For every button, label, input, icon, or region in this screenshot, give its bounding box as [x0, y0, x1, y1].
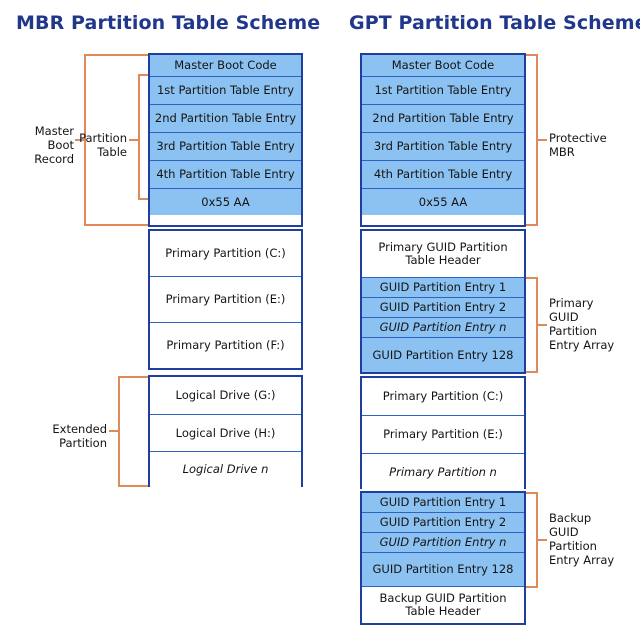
mbr-row-label: Primary Partition (F:) — [166, 338, 285, 352]
mbr-scheme-title: MBR Partition Table Scheme — [16, 12, 321, 34]
gpt-row-label: 0x55 AA — [418, 194, 468, 209]
mbr-row-label: 3rd Partition Table Entry — [156, 139, 295, 153]
gpt-primary-partition-c: Primary Partition (C:) — [362, 378, 524, 416]
bracket-tick-partition-table — [129, 139, 138, 141]
gpt-row-label: GUID Partition Entry 2 — [379, 300, 507, 314]
gpt-primary-partition-e: Primary Partition (E:) — [362, 416, 524, 454]
diagram-canvas: MBR Partition Table Scheme GPT Partition… — [0, 0, 640, 636]
gpt-backup-entry-1: GUID Partition Entry 1 — [362, 493, 524, 513]
gpt-backup-entry-n: GUID Partition Entry n — [362, 533, 524, 553]
mbr-row-label: Primary Partition (C:) — [165, 246, 286, 260]
mbr-row-label: Master Boot Code — [174, 58, 277, 72]
gpt-row-label: GUID Partition Entry n — [379, 320, 507, 334]
mbr-row-label: 1st Partition Table Entry — [156, 83, 295, 97]
gpt-primary-guid-header: Primary GUID Partition Table Header — [362, 231, 524, 278]
mbr-primary-partition-c: Primary Partition (C:) — [150, 231, 301, 277]
bracket-label-backup-guid-entry-array: Backup GUID Partition Entry Array — [549, 511, 615, 567]
gpt-primary-partition-n: Primary Partition n — [362, 454, 524, 490]
gpt-partitions-block: Primary Partition (C:) Primary Partition… — [360, 376, 526, 490]
mbr-row-signature: 0x55 AA — [150, 189, 301, 215]
gpt-row-label: Primary Partition n — [389, 464, 497, 479]
gpt-protective-mbr-block: Master Boot Code 1st Partition Table Ent… — [360, 53, 526, 227]
mbr-primary-partition-e: Primary Partition (E:) — [150, 277, 301, 323]
mbr-primary-partition-f: Primary Partition (F:) — [150, 323, 301, 368]
gpt-row-label: Primary Partition (C:) — [382, 389, 504, 403]
gpt-primary-entry-2: GUID Partition Entry 2 — [362, 298, 524, 318]
gpt-row-master-boot-code: Master Boot Code — [362, 55, 524, 77]
mbr-logical-drive-g: Logical Drive (G:) — [150, 377, 301, 415]
gpt-row-label: 2nd Partition Table Entry — [372, 111, 514, 125]
bracket-partition-table — [138, 74, 148, 200]
gpt-row-label: GUID Partition Entry 1 — [379, 495, 507, 509]
mbr-row-label: 2nd Partition Table Entry — [154, 111, 297, 125]
gpt-row-label: GUID Partition Entry n — [379, 535, 507, 549]
bracket-label-extended-partition: Extended Partition — [52, 422, 107, 450]
bracket-label-primary-guid-entry-array: Primary GUID Partition Entry Array — [549, 296, 615, 352]
bracket-label-partition-table: Partition Table — [79, 131, 127, 159]
bracket-extended-partition — [118, 376, 148, 487]
gpt-scheme-title: GPT Partition Table Scheme — [349, 12, 640, 34]
mbr-row-label: 4th Partition Table Entry — [156, 167, 295, 181]
mbr-row-label: Logical Drive (G:) — [175, 388, 276, 402]
gpt-row-label: GUID Partition Entry 1 — [379, 280, 507, 294]
mbr-row-partition-entry-3: 3rd Partition Table Entry — [150, 133, 301, 161]
gpt-row-label: GUID Partition Entry 128 — [372, 562, 514, 576]
mbr-boot-record-block: Master Boot Code 1st Partition Table Ent… — [148, 53, 303, 227]
bracket-tick-primary-guid-entry-array — [538, 324, 547, 326]
gpt-row-label: Primary Partition (E:) — [383, 427, 503, 441]
gpt-primary-entry-128: GUID Partition Entry 128 — [362, 338, 524, 372]
gpt-row-partition-entry-4: 4th Partition Table Entry — [362, 161, 524, 189]
gpt-row-label: Backup GUID Partition Table Header — [379, 591, 507, 618]
gpt-backup-guid-header: Backup GUID Partition Table Header — [362, 587, 524, 623]
gpt-primary-header-and-array-block: Primary GUID Partition Table Header GUID… — [360, 229, 526, 374]
mbr-logical-drive-n: Logical Drive n — [150, 452, 301, 487]
mbr-row-label: Logical Drive n — [182, 462, 269, 476]
gpt-backup-entry-2: GUID Partition Entry 2 — [362, 513, 524, 533]
mbr-row-partition-entry-2: 2nd Partition Table Entry — [150, 105, 301, 133]
bracket-primary-guid-entry-array — [526, 277, 538, 373]
bracket-tick-protective-mbr — [538, 139, 547, 141]
gpt-row-partition-entry-2: 2nd Partition Table Entry — [362, 105, 524, 133]
mbr-row-label: Primary Partition (E:) — [165, 292, 286, 306]
gpt-primary-entry-1: GUID Partition Entry 1 — [362, 278, 524, 298]
gpt-row-label: 1st Partition Table Entry — [374, 83, 512, 97]
mbr-row-master-boot-code: Master Boot Code — [150, 55, 301, 77]
mbr-row-partition-entry-1: 1st Partition Table Entry — [150, 77, 301, 105]
gpt-backup-array-and-header-block: GUID Partition Entry 1 GUID Partition En… — [360, 491, 526, 625]
gpt-row-label: Master Boot Code — [391, 58, 495, 72]
mbr-row-label: 0x55 AA — [201, 194, 250, 209]
gpt-backup-entry-128: GUID Partition Entry 128 — [362, 553, 524, 587]
bracket-backup-guid-entry-array — [526, 492, 538, 588]
gpt-row-label: 3rd Partition Table Entry — [373, 139, 513, 153]
gpt-primary-entry-n: GUID Partition Entry n — [362, 318, 524, 338]
gpt-row-label: GUID Partition Entry 128 — [372, 347, 514, 362]
gpt-row-label: GUID Partition Entry 2 — [379, 515, 507, 529]
gpt-row-partition-entry-3: 3rd Partition Table Entry — [362, 133, 524, 161]
mbr-logical-drives-block: Logical Drive (G:) Logical Drive (H:) Lo… — [148, 375, 303, 487]
bracket-label-protective-mbr: Protective MBR — [549, 131, 607, 159]
mbr-row-partition-entry-4: 4th Partition Table Entry — [150, 161, 301, 189]
mbr-row-label: Logical Drive (H:) — [175, 425, 276, 440]
mbr-primary-partitions-block: Primary Partition (C:) Primary Partition… — [148, 229, 303, 370]
gpt-row-partition-entry-1: 1st Partition Table Entry — [362, 77, 524, 105]
bracket-tick-backup-guid-entry-array — [538, 539, 547, 541]
bracket-protective-mbr — [526, 54, 538, 226]
bracket-tick-extended-partition — [109, 430, 118, 432]
mbr-logical-drive-h: Logical Drive (H:) — [150, 415, 301, 452]
gpt-row-label: Primary GUID Partition Table Header — [378, 240, 508, 267]
gpt-row-signature: 0x55 AA — [362, 189, 524, 215]
gpt-row-label: 4th Partition Table Entry — [373, 167, 513, 181]
